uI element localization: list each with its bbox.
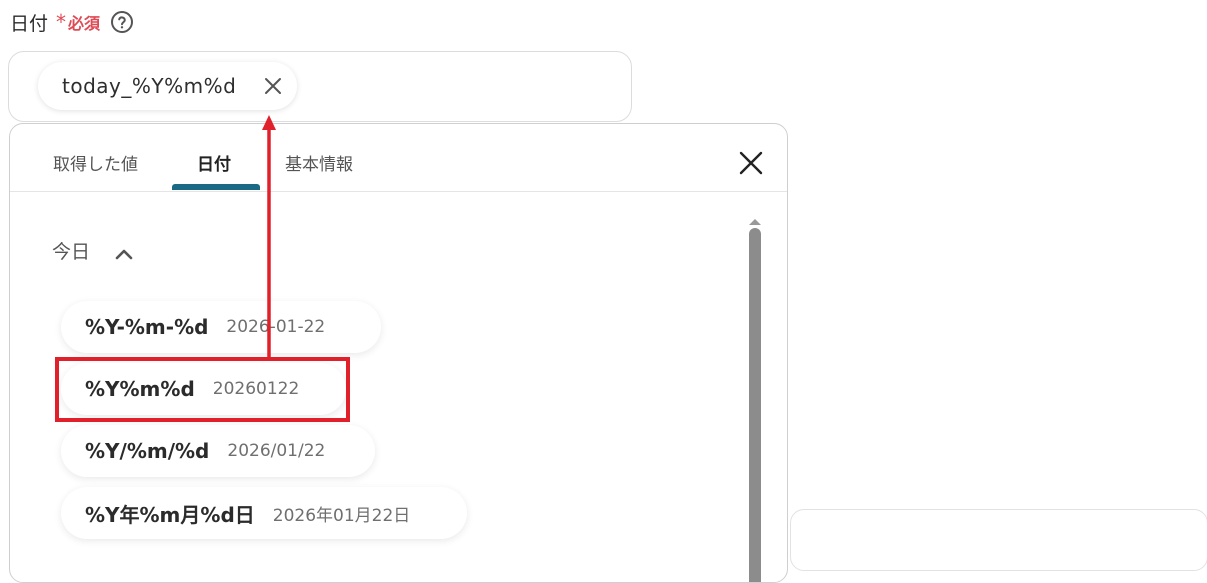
close-icon[interactable]: [263, 76, 283, 96]
close-icon[interactable]: [738, 150, 764, 176]
value-chip[interactable]: today_%Y%m%d: [38, 62, 297, 110]
question-circle-icon[interactable]: [110, 10, 134, 34]
format-option[interactable]: %Y年%m月%d日 2026年01月22日: [61, 487, 467, 539]
annotation-highlight-box: [55, 357, 350, 422]
tab-divider: [10, 191, 787, 192]
format-option[interactable]: %Y-%m-%d 2026-01-22: [61, 301, 381, 353]
section-header-today[interactable]: 今日: [52, 237, 134, 264]
tab-basic-info[interactable]: 基本情報: [285, 150, 353, 175]
active-tab-indicator: [172, 184, 260, 190]
format-code: %Y年%m月%d日: [85, 502, 255, 527]
required-badge: 必須: [68, 14, 101, 33]
format-sample: 2026/01/22: [227, 441, 326, 461]
format-code: %Y/%m/%d: [85, 439, 210, 463]
scroll-up-arrow-icon[interactable]: [748, 212, 762, 225]
format-sample: 2026-01-22: [226, 317, 326, 337]
required-asterisk: *: [56, 10, 67, 34]
value-chip-label: today_%Y%m%d: [62, 74, 237, 98]
format-code: %Y-%m-%d: [85, 315, 209, 339]
tab-date[interactable]: 日付: [197, 150, 231, 175]
background-card: [790, 509, 1207, 571]
field-label: 日付: [10, 12, 49, 35]
format-option[interactable]: %Y/%m/%d 2026/01/22: [61, 425, 375, 477]
section-title: 今日: [52, 241, 91, 263]
field-label-row: 日付 * 必須: [10, 8, 134, 36]
chevron-up-icon[interactable]: [114, 244, 134, 259]
format-sample: 2026年01月22日: [272, 505, 411, 526]
tab-acquired-values[interactable]: 取得した値: [53, 150, 138, 175]
scrollbar-thumb[interactable]: [749, 228, 761, 582]
